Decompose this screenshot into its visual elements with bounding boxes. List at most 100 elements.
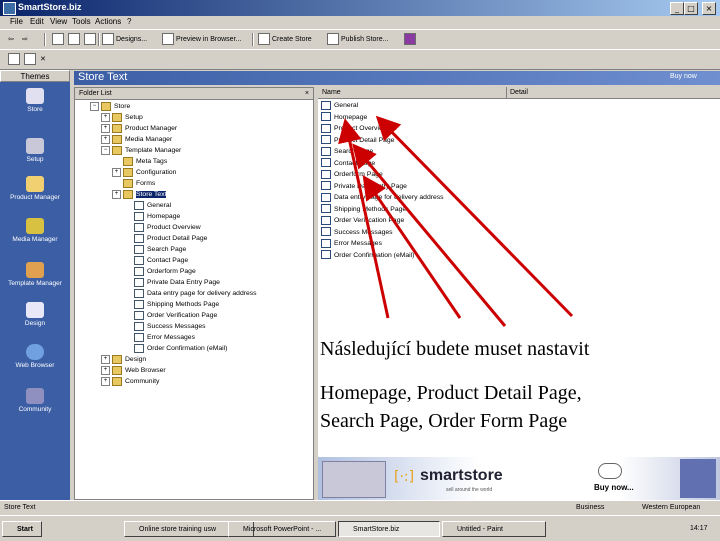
folder-tree-item[interactable]: + Product Manager (79, 123, 311, 134)
expander-icon[interactable]: + (101, 354, 110, 364)
folder-tree-item[interactable]: Product Overview (79, 222, 311, 233)
folder-tree-item[interactable]: + Setup (79, 112, 311, 123)
theme-store[interactable]: Store (0, 88, 70, 113)
properties-button[interactable] (24, 53, 38, 66)
folder-tree-item[interactable]: Data entry page for delivery address (79, 288, 311, 299)
item-list-row[interactable]: Contact Page (321, 158, 375, 169)
theme-template-manager[interactable]: Template Manager (0, 262, 70, 287)
item-list-label: Contact Page (334, 159, 376, 167)
folder-tree-item[interactable]: + Community (79, 376, 311, 387)
folder-tree-item[interactable]: Contact Page (79, 255, 311, 266)
theme-setup[interactable]: Setup (0, 138, 70, 163)
page-icon (134, 244, 144, 254)
folder-tree-item[interactable]: Product Detail Page (79, 233, 311, 244)
item-list-row[interactable]: Error Messages (321, 238, 382, 249)
item-list-row[interactable]: Product Overview (321, 123, 388, 134)
folder-tree-item[interactable]: Orderform Page (79, 266, 311, 277)
expander-icon[interactable]: − (101, 145, 110, 155)
item-list-row[interactable]: Orderform Page (321, 169, 383, 180)
minimize-button[interactable]: _ (670, 2, 684, 15)
task-powerpoint[interactable]: Microsoft PowerPoint - ... (228, 521, 336, 537)
folder-tree-label: Contact Page (147, 257, 189, 264)
expander-icon[interactable]: + (101, 376, 110, 386)
help-book-button[interactable] (404, 33, 418, 46)
expander-icon[interactable]: + (101, 112, 110, 122)
item-list-label: Success Messages (334, 228, 393, 236)
banner-figure-image (680, 459, 716, 498)
item-list-row[interactable]: Search Page (321, 146, 373, 157)
expander-icon[interactable]: − (90, 101, 99, 111)
folder-list-close-icon[interactable]: × (305, 88, 309, 99)
item-list-row[interactable]: Shipping Methods Page (321, 204, 406, 215)
task-paint[interactable]: Untitled - Paint (442, 521, 546, 537)
folder-tree-item[interactable]: Order Verification Page (79, 310, 311, 321)
new-button[interactable] (8, 53, 22, 66)
expander-icon[interactable]: + (112, 167, 121, 177)
folder-tree-label: Order Verification Page (147, 312, 218, 319)
folder-tree-item[interactable]: − Template Manager (79, 145, 311, 156)
expander-icon[interactable]: + (112, 189, 121, 199)
folder-tree-item[interactable]: Order Confirmation (eMail) (79, 343, 311, 354)
copy-button[interactable] (84, 33, 98, 46)
folder-tree-item[interactable]: Homepage (79, 211, 311, 222)
folder-tree-item[interactable]: + Web Browser (79, 365, 311, 376)
task-smartstore[interactable]: SmartStore.biz (338, 521, 440, 537)
menu-help[interactable]: ? (127, 17, 131, 26)
folder-tree-item[interactable]: − Store (79, 101, 311, 112)
folder-tree-item[interactable]: Meta Tags (79, 156, 311, 167)
column-detail[interactable]: Detail (506, 87, 528, 98)
item-list-row[interactable]: Homepage (321, 112, 367, 123)
folder-tree-item[interactable]: Success Messages (79, 321, 311, 332)
folder-tree-item[interactable]: General (79, 200, 311, 211)
community-icon (26, 388, 44, 404)
back-button[interactable]: ⇦ (8, 33, 14, 46)
toolbar-separator (98, 33, 100, 46)
folder-tree-item[interactable]: + Store Text (79, 189, 311, 200)
create-store-button[interactable]: Create Store (258, 33, 312, 46)
theme-community[interactable]: Community (0, 388, 70, 413)
close-button[interactable]: × (702, 2, 716, 15)
folder-tree-item[interactable]: Forms (79, 178, 311, 189)
item-list-row[interactable]: Success Messages (321, 227, 393, 238)
item-list-row[interactable]: General (321, 100, 358, 111)
page-icon (321, 181, 331, 191)
menu-actions[interactable]: Actions (95, 17, 121, 26)
publish-store-button[interactable]: Publish Store... (327, 33, 388, 46)
buy-now-link[interactable]: Buy now (670, 73, 697, 80)
menu-file[interactable]: File (10, 17, 23, 26)
item-list-row[interactable]: Product Detail Page (321, 135, 394, 146)
designs-button[interactable]: Designs... (102, 33, 147, 46)
print-button[interactable] (68, 33, 82, 46)
forward-button[interactable]: ⇨ (22, 33, 28, 46)
item-list-row[interactable]: Data entry page for delivery address (321, 192, 444, 203)
column-name[interactable]: Name (322, 87, 341, 98)
theme-web-browser[interactable]: Web Browser (0, 344, 70, 369)
preview-button[interactable]: Preview in Browser... (162, 33, 241, 46)
banner-buy-now[interactable]: Buy now... (594, 483, 634, 492)
menu-tools[interactable]: Tools (72, 17, 91, 26)
publish-store-icon (327, 33, 339, 46)
folder-tree-item[interactable]: Shipping Methods Page (79, 299, 311, 310)
item-list-row[interactable]: Order Verification Page (321, 215, 404, 226)
folder-tree-item[interactable]: Error Messages (79, 332, 311, 343)
delete-button[interactable]: ✕ (40, 53, 46, 66)
theme-design[interactable]: Design (0, 302, 70, 327)
expander-icon[interactable]: + (101, 123, 110, 133)
folder-tree-label: Orderform Page (147, 268, 196, 275)
folder-tree-item[interactable]: + Design (79, 354, 311, 365)
theme-media-manager[interactable]: Media Manager (0, 218, 70, 243)
menu-view[interactable]: View (50, 17, 67, 26)
maximize-button[interactable]: □ (684, 2, 698, 15)
folder-tree-item[interactable]: + Media Manager (79, 134, 311, 145)
expander-icon[interactable]: + (101, 134, 110, 144)
folder-button[interactable] (52, 33, 66, 46)
expander-icon[interactable]: + (101, 365, 110, 375)
start-button[interactable]: Start (2, 521, 42, 537)
folder-tree-item[interactable]: + Configuration (79, 167, 311, 178)
folder-tree-item[interactable]: Private Data Entry Page (79, 277, 311, 288)
item-list-row[interactable]: Order Confirmation (eMail) (321, 250, 414, 261)
theme-product-manager[interactable]: Product Manager (0, 176, 70, 201)
item-list-row[interactable]: Private Data Entry Page (321, 181, 407, 192)
menu-edit[interactable]: Edit (30, 17, 44, 26)
folder-tree-item[interactable]: Search Page (79, 244, 311, 255)
